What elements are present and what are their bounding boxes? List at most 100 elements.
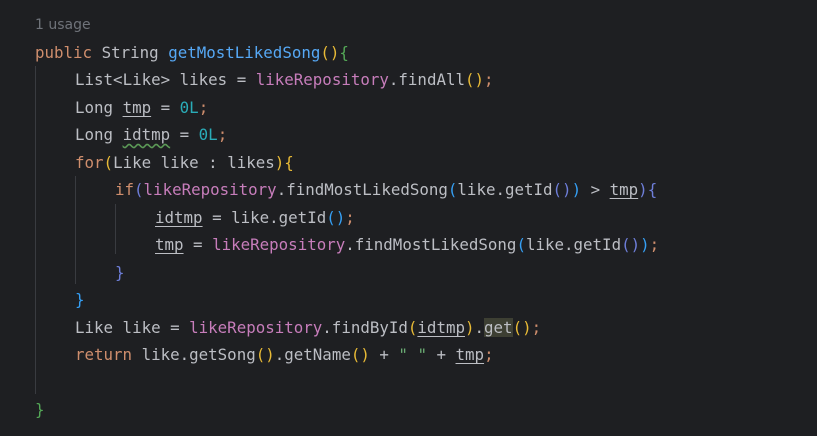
token-semicolon: ; <box>198 98 209 117</box>
token-method-call: like.getId <box>231 208 327 227</box>
token-variable: tmp <box>455 345 485 364</box>
token-paren: ( <box>447 180 458 199</box>
token-field: likeRepository <box>255 70 389 89</box>
code-line-10[interactable]: } <box>75 289 85 311</box>
code-line-8[interactable]: tmp = likeRepository.findMostLikedSong(l… <box>155 234 659 256</box>
token-paren: ( <box>512 318 523 337</box>
token-semicolon: ; <box>649 235 660 254</box>
token-paren: ) <box>571 180 582 199</box>
token-semicolon: ; <box>484 70 494 89</box>
token-paren: ) <box>360 345 370 364</box>
token-type: Long <box>75 98 114 117</box>
token-declaration: Like like = <box>75 318 190 337</box>
token-paren: ( <box>516 235 526 254</box>
token-keyword: if <box>115 180 135 199</box>
token-paren: ( <box>350 345 361 364</box>
token-paren: ) <box>474 70 485 89</box>
token-keyword: return <box>75 345 133 364</box>
token-type: List <box>75 70 114 89</box>
token-paren: ( <box>134 180 144 199</box>
token-paren: ( <box>103 153 114 172</box>
token-paren: ) <box>638 180 648 199</box>
token-brace: } <box>35 400 45 419</box>
token-method-call: like.getId <box>457 180 553 199</box>
usage-hint[interactable]: 1 usage <box>35 15 91 35</box>
token-semicolon: ; <box>345 208 355 227</box>
token-variable: tmp <box>155 235 184 254</box>
token-semicolon: ; <box>531 318 542 337</box>
token-keyword: for <box>75 153 104 172</box>
token-paren: ( <box>255 345 266 364</box>
token-number: 0L <box>198 125 218 144</box>
indent-guide-if <box>115 204 116 254</box>
token-paren: ) <box>562 180 572 199</box>
code-line-2[interactable]: List<Like> likes = likeRepository.findAl… <box>75 69 494 91</box>
token-variable: tmp <box>609 180 639 199</box>
token-paren: ) <box>640 235 650 254</box>
token-paren: ) <box>274 153 285 172</box>
token-paren: ) <box>464 318 475 337</box>
code-editor[interactable]: 1 usage public String getMostLikedSong()… <box>0 0 817 436</box>
token-method-call: .findMostLikedSong <box>276 180 448 199</box>
token-angle: < <box>113 70 123 89</box>
indent-guide-method <box>35 66 36 394</box>
code-line-7[interactable]: idtmp = like.getId(); <box>155 207 355 229</box>
token-method-call: .findMostLikedSong <box>345 235 517 254</box>
token-text: likes = <box>170 70 256 89</box>
token-paren: ) <box>329 43 340 62</box>
token-operator: > <box>581 180 610 199</box>
token-paren: ) <box>522 318 532 337</box>
token-method-name: getMostLikedSong <box>168 43 321 62</box>
token-method-call: .findById <box>322 318 408 337</box>
token-method-call: findAll <box>398 70 465 89</box>
token-dot: . <box>388 70 399 89</box>
token-variable: idtmp <box>417 318 465 337</box>
token-generic: Like <box>122 70 161 89</box>
code-line-12[interactable]: return like.getSong().getName() + " " + … <box>75 344 494 366</box>
code-line-5[interactable]: for(Like like : likes){ <box>75 152 294 174</box>
token-paren: ) <box>630 235 641 254</box>
indent-guide-for <box>75 176 76 284</box>
token-type: Long <box>75 125 114 144</box>
token-brace: { <box>284 153 294 172</box>
token-method-call: like.getSong <box>132 345 256 364</box>
token-type: String <box>101 43 159 62</box>
token-operator: = <box>202 208 232 227</box>
token-paren: ( <box>320 43 330 62</box>
token-operator: + <box>426 345 456 364</box>
token-variable: idtmp <box>155 208 203 227</box>
code-line-1[interactable]: public String getMostLikedSong(){ <box>35 42 349 64</box>
code-line-14[interactable]: } <box>35 399 45 421</box>
token-paren: ( <box>464 70 475 89</box>
token-paren: ( <box>407 318 418 337</box>
token-paren: ) <box>335 208 346 227</box>
token-paren: ) <box>265 345 275 364</box>
token-paren: ( <box>552 180 563 199</box>
token-paren: ( <box>326 208 336 227</box>
code-line-11[interactable]: Like like = likeRepository.findById(idtm… <box>75 317 541 339</box>
token-operator: = <box>151 98 180 117</box>
token-method-call: .getName <box>274 345 351 364</box>
token-operator: = <box>170 125 199 144</box>
token-field: likeRepository <box>212 235 346 254</box>
token-dot: . <box>474 318 485 337</box>
token-variable: tmp <box>122 98 152 117</box>
token-brace: { <box>339 43 349 62</box>
token-keyword: public <box>35 43 93 62</box>
token-angle: > <box>160 70 171 89</box>
code-line-3[interactable]: Long tmp = 0L; <box>75 97 208 119</box>
code-line-9[interactable]: } <box>115 262 125 284</box>
code-line-6[interactable]: if(likeRepository.findMostLikedSong(like… <box>115 179 657 201</box>
token-field: likeRepository <box>189 318 323 337</box>
token-brace: } <box>75 290 85 309</box>
token-number: 0L <box>179 98 199 117</box>
token-string: " " <box>398 345 427 364</box>
token-semicolon: ; <box>484 345 494 364</box>
token-brace: { <box>647 180 658 199</box>
token-operator: + <box>369 345 399 364</box>
code-line-4[interactable]: Long idtmp = 0L; <box>75 124 227 146</box>
token-brace: } <box>115 263 125 282</box>
token-field: likeRepository <box>143 180 277 199</box>
token-method-call-highlighted: get <box>484 318 513 337</box>
token-paren: ( <box>621 235 631 254</box>
